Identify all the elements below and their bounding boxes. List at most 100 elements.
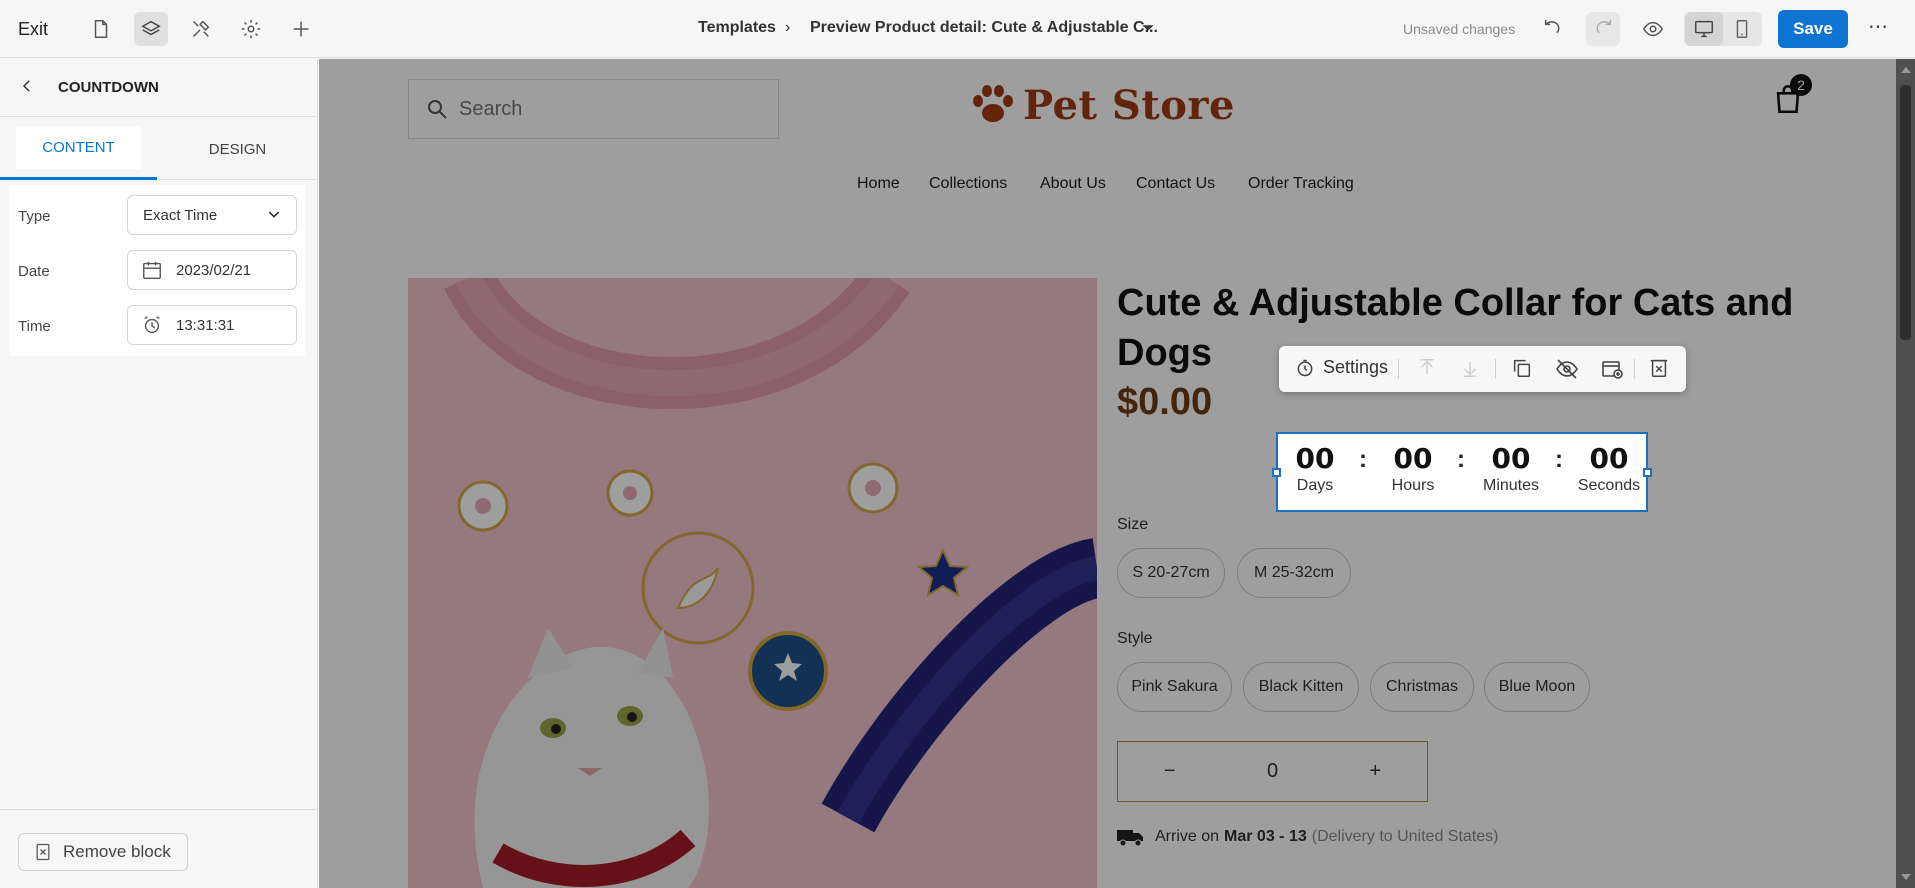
type-row: Type Exact Time — [9, 195, 305, 237]
nav-about-us[interactable]: About Us — [1040, 175, 1106, 193]
element-toolbar: Settings — [1279, 346, 1686, 392]
plus-icon[interactable] — [284, 12, 318, 46]
remove-block-label: Remove block — [63, 842, 171, 861]
breadcrumb-templates[interactable]: Templates — [698, 19, 776, 37]
quantity-value[interactable]: 0 — [1221, 760, 1323, 783]
countdown-seconds-label: Seconds — [1577, 477, 1641, 494]
save-as-template-icon[interactable] — [1600, 357, 1624, 381]
date-label: Date — [18, 263, 50, 280]
move-down-icon[interactable] — [1459, 357, 1481, 379]
gear-icon[interactable] — [234, 12, 268, 46]
quantity-increase-button[interactable]: + — [1324, 760, 1427, 783]
save-button[interactable]: Save — [1778, 10, 1848, 48]
time-field[interactable]: 13:31:31 — [127, 305, 297, 345]
alarm-clock-icon — [141, 314, 163, 336]
remove-block-icon — [33, 842, 53, 862]
countdown-seconds: 00 Seconds — [1574, 442, 1644, 495]
device-switcher — [1684, 12, 1762, 46]
tab-design[interactable]: DESIGN — [157, 118, 318, 180]
countdown-hours-value: 00 — [1393, 442, 1433, 475]
countdown-seconds-value: 00 — [1589, 442, 1629, 475]
mobile-icon[interactable] — [1723, 12, 1761, 46]
store-logo-text: Pet Store — [1023, 81, 1235, 129]
time-row: Time 13:31:31 — [9, 305, 305, 347]
delete-icon[interactable] — [1648, 357, 1670, 379]
paw-icon — [969, 81, 1017, 129]
more-options-icon[interactable]: ⋯ — [1868, 14, 1889, 39]
countdown-days-value: 00 — [1295, 442, 1335, 475]
redo-icon[interactable] — [1586, 12, 1620, 46]
countdown-hours-label: Hours — [1391, 477, 1435, 494]
toolbar-separator — [1495, 359, 1496, 379]
sidebar-header: COUNTDOWN — [0, 59, 318, 117]
scrollbar-thumb[interactable] — [1900, 85, 1911, 340]
date-field[interactable]: 2023/02/21 — [127, 250, 297, 290]
canvas-scrollbar[interactable] — [1896, 59, 1915, 888]
unsaved-status: Unsaved changes — [1403, 21, 1516, 37]
time-value: 13:31:31 — [176, 316, 235, 334]
quantity-decrease-button[interactable]: − — [1118, 760, 1221, 783]
page-icon[interactable] — [84, 12, 118, 46]
scroll-up-icon[interactable] — [1901, 67, 1911, 73]
tab-content[interactable]: CONTENT — [0, 118, 157, 180]
move-up-icon[interactable] — [1416, 357, 1438, 379]
hide-icon[interactable] — [1555, 357, 1579, 381]
time-label: Time — [18, 318, 51, 335]
cart-count-badge: 2 — [1790, 74, 1812, 96]
size-label: Size — [1117, 516, 1149, 533]
type-value: Exact Time — [143, 206, 218, 224]
sidebar-title: COUNTDOWN — [58, 79, 159, 96]
countdown-minutes-label: Minutes — [1482, 477, 1540, 494]
sidebar: COUNTDOWN CONTENT DESIGN Type Exact Time… — [0, 59, 318, 888]
store-search-bar[interactable] — [408, 79, 779, 139]
style-option-pink-sakura[interactable]: Pink Sakura — [1117, 662, 1232, 712]
breadcrumb-current[interactable]: Preview Product detail: Cute & Adjustabl… — [810, 19, 1158, 37]
chevron-down-icon — [266, 206, 282, 227]
store-page-preview: Pet Store 2 Home Collections About Us Co… — [319, 59, 1896, 888]
store-logo[interactable]: Pet Store — [969, 81, 1235, 129]
type-select[interactable]: Exact Time — [127, 195, 297, 235]
sidebar-tabs: CONTENT DESIGN — [0, 118, 318, 180]
style-option-black-kitten[interactable]: Black Kitten — [1243, 662, 1359, 712]
breadcrumb-dropdown-icon[interactable] — [1141, 21, 1155, 40]
nav-home[interactable]: Home — [857, 175, 900, 193]
nav-order-tracking[interactable]: Order Tracking — [1248, 175, 1354, 193]
resize-handle-right[interactable] — [1643, 468, 1652, 477]
tools-icon[interactable] — [184, 12, 218, 46]
delivery-estimate: Arrive on Mar 03 - 13 (Delivery to Unite… — [1117, 827, 1498, 847]
remove-block-button[interactable]: Remove block — [18, 833, 188, 871]
eye-icon[interactable] — [1636, 12, 1670, 46]
layers-icon[interactable] — [134, 12, 168, 46]
breadcrumb-chevron-icon: › — [785, 19, 791, 36]
toolbar-separator — [1634, 359, 1635, 379]
search-input[interactable] — [459, 97, 759, 121]
back-arrow-icon[interactable] — [18, 77, 36, 100]
nav-collections[interactable]: Collections — [929, 175, 1007, 193]
arrive-dates: Mar 03 - 13 — [1224, 828, 1307, 845]
style-option-blue-moon[interactable]: Blue Moon — [1484, 662, 1590, 712]
sidebar-divider — [0, 809, 318, 810]
countdown-block[interactable]: 00 Days : 00 Hours : 00 Minutes : 00 Sec… — [1272, 432, 1652, 512]
truck-icon — [1117, 827, 1145, 847]
style-option-christmas[interactable]: Christmas — [1370, 662, 1474, 712]
undo-icon[interactable] — [1536, 12, 1570, 46]
scroll-down-icon[interactable] — [1901, 874, 1911, 880]
countdown-separator: : — [1457, 446, 1465, 473]
product-image[interactable] — [408, 278, 1097, 888]
exit-button[interactable]: Exit — [18, 19, 48, 40]
size-option-s[interactable]: S 20-27cm — [1117, 548, 1225, 598]
cart-icon[interactable]: 2 — [1771, 74, 1812, 114]
element-settings-button[interactable]: Settings — [1295, 357, 1388, 378]
desktop-icon[interactable] — [1685, 12, 1723, 46]
nav-contact-us[interactable]: Contact Us — [1136, 175, 1215, 193]
calendar-icon — [141, 259, 163, 281]
size-option-m[interactable]: M 25-32cm — [1237, 548, 1351, 598]
countdown-days-label: Days — [1296, 477, 1334, 494]
arrive-destination: (Delivery to United States) — [1311, 828, 1499, 845]
arrive-prefix: Arrive on — [1155, 828, 1220, 845]
duplicate-icon[interactable] — [1511, 357, 1533, 379]
toolbar-separator — [1398, 359, 1399, 379]
editor-canvas: Pet Store 2 Home Collections About Us Co… — [319, 59, 1896, 888]
top-toolbar: Exit Templates › Preview Product detail:… — [0, 0, 1915, 58]
countdown-hours: 00 Hours — [1378, 442, 1448, 495]
